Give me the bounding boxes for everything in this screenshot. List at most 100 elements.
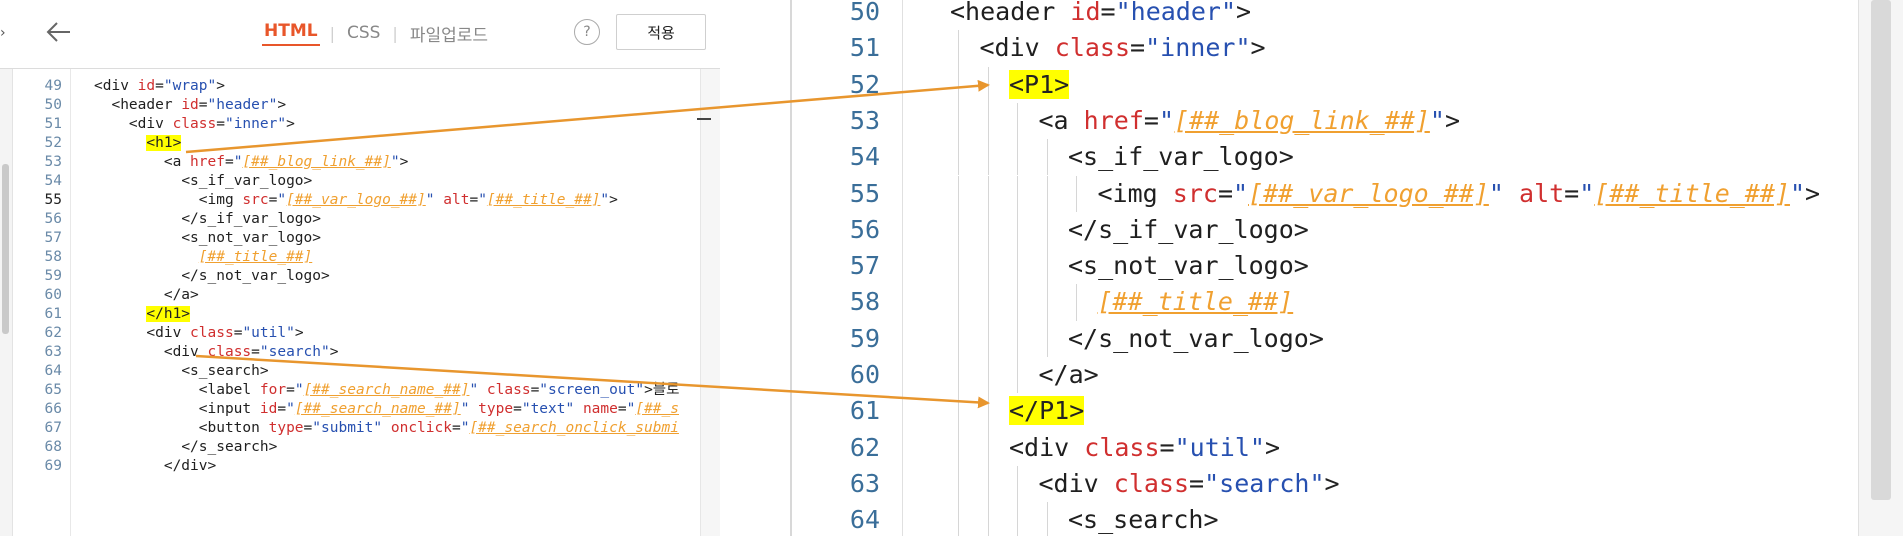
code-line[interactable]: 62 <div class="util"> — [0, 324, 700, 343]
code-text[interactable]: <div class="util"> — [94, 324, 303, 343]
indent-guide — [958, 102, 959, 140]
code-line[interactable]: 69 </div> — [0, 457, 700, 476]
code-text[interactable]: </s_not_var_logo> — [94, 267, 329, 286]
code-text[interactable]: [##_title_##] — [94, 248, 313, 267]
code-text[interactable]: <label for="[##_search_name_##]" class="… — [94, 381, 680, 400]
code-line[interactable]: 68 </s_search> — [0, 438, 700, 457]
code-text: </s_if_var_logo> — [1068, 214, 1309, 244]
line-number: 58 — [849, 287, 880, 317]
indent-guide — [958, 284, 959, 321]
indent-guide — [987, 211, 989, 249]
code-text[interactable]: <input id="[##_search_name_##]" type="te… — [94, 400, 679, 419]
code-line[interactable]: 57 <s_not_var_logo> — [0, 229, 700, 248]
indent-guide — [958, 175, 959, 212]
tab-file-upload[interactable]: 파일업로드 — [408, 21, 490, 46]
code-text[interactable]: <s_not_var_logo> — [94, 229, 321, 248]
line-number: 50 — [849, 0, 880, 26]
code-text[interactable]: </s_search> — [94, 438, 277, 457]
code-line[interactable]: 66 <input id="[##_search_name_##]" type=… — [0, 400, 700, 419]
indent-guide — [958, 66, 959, 103]
left-editor-panel: › HTML | CSS | 파일업로드 ? 적용 49 <div id="wra… — [0, 0, 720, 536]
tab-css[interactable]: CSS — [345, 23, 382, 43]
zoomed-scrollbar[interactable] — [1858, 0, 1903, 536]
code-text[interactable]: </h1> — [94, 305, 191, 324]
code-line[interactable]: 59 </s_not_var_logo> — [0, 267, 700, 286]
code-text[interactable]: </s_if_var_logo> — [94, 210, 321, 229]
line-number: 50 — [44, 97, 62, 113]
code-line[interactable]: 63 <div class="search"> — [0, 343, 700, 362]
indent-guide — [1017, 357, 1018, 394]
line-number: 60 — [44, 287, 62, 303]
code-text[interactable]: <div class="inner"> — [94, 115, 295, 134]
code-line[interactable]: 60 </a> — [0, 286, 700, 305]
line-number: 53 — [849, 105, 880, 135]
tab-html[interactable]: HTML — [262, 21, 320, 46]
code-text: </a> — [1038, 360, 1099, 389]
indent-guide — [1017, 248, 1018, 285]
code-text[interactable]: </div> — [94, 457, 216, 476]
line-number: 56 — [44, 211, 62, 227]
code-text: [##_title_##] — [1097, 287, 1294, 317]
code-line[interactable]: 54 <s_if_var_logo> — [0, 172, 700, 191]
code-text[interactable]: </a> — [94, 286, 199, 305]
indent-guide — [987, 102, 989, 140]
line-number: 59 — [44, 268, 62, 284]
line-number: 60 — [849, 360, 880, 389]
line-number: 57 — [849, 251, 880, 281]
code-text[interactable]: <s_if_var_logo> — [94, 172, 312, 191]
indent-guide — [1017, 465, 1018, 503]
indent-guide — [958, 211, 959, 249]
indent-guide — [987, 465, 989, 503]
line-number: 59 — [849, 323, 880, 353]
indent-guide — [958, 320, 959, 357]
indent-guide — [1046, 175, 1048, 212]
indent-guide — [987, 429, 989, 466]
indent-guide — [1017, 139, 1018, 176]
zoomed-code-line: 56 </s_if_var_logo> — [790, 212, 1860, 248]
code-line[interactable]: 55 <img src="[##_var_logo_##]" alt="[##_… — [0, 191, 700, 210]
code-line[interactable]: 51 <div class="inner"> — [0, 115, 700, 134]
line-number: 51 — [44, 116, 62, 132]
back-arrow-icon[interactable] — [40, 14, 76, 50]
code-line[interactable]: 53 <a href="[##_blog_link_##]"> — [0, 153, 700, 172]
scrollbar-thumb[interactable] — [1871, 0, 1891, 500]
code-line[interactable]: 50 <header id="header"> — [0, 96, 700, 115]
code-text[interactable]: <img src="[##_var_logo_##]" alt="[##_tit… — [94, 191, 618, 210]
code-text[interactable]: <a href="[##_blog_link_##]"> — [94, 153, 408, 172]
code-line[interactable]: 65 <label for="[##_search_name_##]" clas… — [0, 381, 700, 400]
help-icon[interactable]: ? — [574, 19, 600, 45]
zoomed-code-line: 60 </a> — [790, 357, 1860, 393]
code-line[interactable]: 67 <button type="submit" onclick="[##_se… — [0, 419, 700, 438]
indent-guide — [987, 248, 989, 285]
code-line[interactable]: 52 <h1> — [0, 134, 700, 153]
code-line[interactable]: 49 <div id="wrap"> — [0, 77, 700, 96]
indent-guide — [1017, 102, 1018, 140]
code-text[interactable]: <div class="search"> — [94, 343, 339, 362]
zoomed-code-line: 59 </s_not_var_logo> — [790, 321, 1860, 357]
line-number: 63 — [44, 344, 62, 360]
code-line[interactable]: 56 </s_if_var_logo> — [0, 210, 700, 229]
line-number: 55 — [44, 192, 62, 208]
code-line[interactable]: 58 [##_title_##] — [0, 248, 700, 267]
code-text[interactable]: <div id="wrap"> — [94, 77, 225, 96]
code-text: <a href="[##_blog_link_##]"> — [1038, 105, 1461, 135]
indent-guide — [987, 175, 989, 212]
code-text[interactable]: <h1> — [94, 134, 182, 153]
code-line[interactable]: 61 </h1> — [0, 305, 700, 324]
zoomed-code-line: 53 <a href="[##_blog_link_##]"> — [790, 103, 1860, 139]
code-text[interactable]: <s_search> — [94, 362, 268, 381]
code-line[interactable]: 64 <s_search> — [0, 362, 700, 381]
editor-tabs: HTML | CSS | 파일업로드 — [262, 20, 490, 46]
code-text: <div class="search"> — [1038, 468, 1340, 498]
right-scrollbar[interactable] — [700, 69, 720, 536]
zoomed-code-line: 54 <s_if_var_logo> — [790, 139, 1860, 175]
code-text[interactable]: <header id="header"> — [94, 96, 286, 115]
indent-guide — [958, 465, 959, 503]
indent-guide — [958, 139, 959, 176]
line-number: 61 — [849, 396, 880, 426]
apply-button[interactable]: 적용 — [616, 14, 706, 50]
collapse-arrow-icon[interactable]: › — [0, 18, 8, 48]
indent-guide — [1017, 284, 1018, 321]
code-text[interactable]: <button type="submit" onclick="[##_searc… — [94, 419, 679, 438]
indent-guide — [1046, 320, 1048, 357]
